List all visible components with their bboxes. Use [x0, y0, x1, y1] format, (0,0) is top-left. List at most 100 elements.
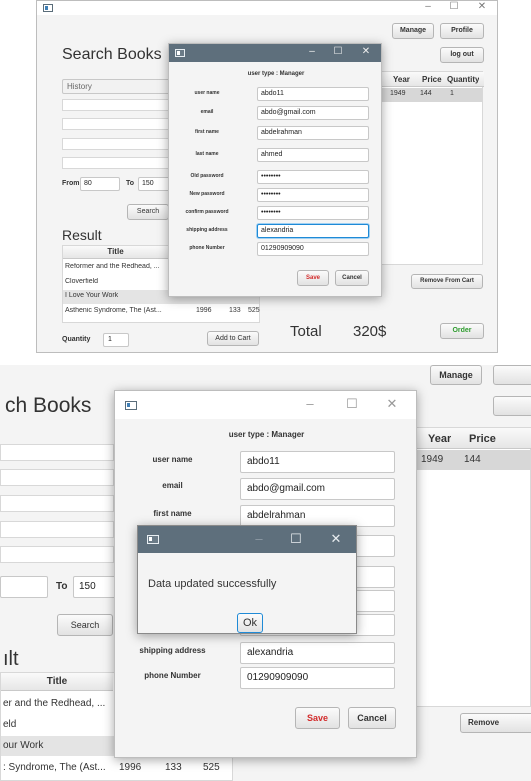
dialog-maximize-button[interactable]: ☐ — [331, 46, 345, 57]
zoom-user-type-label: user type : Manager — [228, 430, 305, 439]
field-label: Old password — [190, 173, 224, 179]
zoom-result-cell-qty: 525 — [203, 762, 220, 773]
minimize-button[interactable]: – — [421, 1, 435, 12]
ok-button[interactable]: Ok — [237, 613, 263, 633]
dialog-minimize-button[interactable]: – — [305, 46, 319, 57]
from-input[interactable]: 80 — [80, 177, 120, 191]
result-cell-price: 133 — [229, 307, 241, 314]
result-header-title: Title — [63, 246, 168, 259]
close-button[interactable]: ✕ — [475, 1, 489, 12]
result-cell-year: 1996 — [196, 307, 212, 314]
alert-titlebar: – ☐ ✕ — [138, 526, 356, 553]
username-field[interactable]: abdo11 — [257, 87, 369, 101]
to-input[interactable]: 150 — [138, 177, 172, 191]
zoom-cart-header-price: Price — [469, 433, 496, 445]
profile-button[interactable]: Profile — [440, 23, 484, 39]
field-label: first name — [195, 129, 219, 135]
zoom-phone-field[interactable]: 01290909090 — [240, 667, 395, 689]
zoom-save-button[interactable]: Save — [295, 707, 340, 729]
quantity-input[interactable]: 1 — [103, 333, 129, 347]
zoom-manage-button[interactable]: Manage — [430, 365, 482, 385]
result-cell-title: Asthenic Syndrome, The (Ast... — [65, 307, 162, 314]
confirm-password-field[interactable]: •••••••• — [257, 206, 369, 220]
old-password-field[interactable]: •••••••• — [257, 170, 369, 184]
save-button[interactable]: Save — [297, 270, 329, 286]
zoom-field-label: email — [162, 481, 183, 490]
result-cell-title: I Love Your Work — [65, 292, 119, 299]
field-label: email — [200, 109, 214, 115]
cart-row[interactable]: 1949 144 1 — [378, 88, 482, 102]
new-password-field[interactable]: •••••••• — [257, 188, 369, 202]
result-row[interactable]: Asthenic Syndrome, The (Ast... 1996 133 … — [63, 305, 260, 319]
zoom-dialog-titlebar: – ☐ ✕ — [115, 391, 416, 419]
manage-button[interactable]: Manage — [392, 23, 434, 39]
field-label: phone Number — [189, 245, 225, 251]
phone-field[interactable]: 01290909090 — [257, 242, 369, 256]
quantity-label: Quantity — [62, 336, 91, 343]
alert-minimize-button[interactable]: – — [251, 531, 267, 546]
total-label: Total — [290, 323, 322, 340]
cart-cell-price: 144 — [420, 90, 432, 97]
zoom-cart-table: Year Price 1949 144 — [410, 427, 531, 707]
zoom-logout-button[interactable] — [493, 396, 531, 416]
to-label: To — [126, 180, 135, 187]
field-label: New password — [189, 191, 225, 197]
zoom-email-field[interactable]: abdo@gmail.com — [240, 478, 395, 500]
search-input[interactable]: History — [62, 79, 172, 94]
maximize-button[interactable]: ☐ — [447, 1, 461, 12]
zoom-profile-button[interactable] — [493, 365, 531, 385]
alert-close-button[interactable]: ✕ — [328, 531, 344, 547]
zoom-first-name-field[interactable]: abdelrahman — [240, 505, 395, 527]
zoom-search-line — [0, 444, 114, 461]
profile-dialog: – ☐ ✕ user type : Manager user name abdo… — [168, 43, 382, 297]
zoom-result-cell-year: 1996 — [119, 762, 142, 773]
dialog-close-button[interactable]: ✕ — [359, 46, 373, 57]
email-field[interactable]: abdo@gmail.com — [257, 106, 369, 120]
logout-button[interactable]: log out — [440, 47, 484, 63]
cart-cell-quantity: 1 — [450, 90, 454, 97]
zoom-cart-header: Year Price — [411, 428, 531, 449]
zoom-result-cell-price: 133 — [165, 762, 182, 773]
search-line — [62, 118, 172, 130]
cancel-button[interactable]: Cancel — [335, 270, 369, 286]
zoom-username-field[interactable]: abdo11 — [240, 451, 395, 473]
zoom-cancel-button[interactable]: Cancel — [348, 707, 396, 729]
app-icon — [43, 4, 53, 12]
zoom-field-label: first name — [153, 509, 192, 518]
field-label: confirm password — [185, 209, 229, 215]
zoom-cart-row[interactable]: 1949 144 — [411, 450, 530, 470]
zoom-remove-from-cart-button[interactable]: Remove — [460, 713, 531, 733]
alert-maximize-button[interactable]: ☐ — [288, 531, 304, 547]
zoom-field-label: user name — [152, 455, 193, 464]
result-cell-title: Reformer and the Redhead, ... — [65, 263, 160, 270]
cart-table: Year Price Quantity 1949 144 1 — [377, 71, 484, 265]
zoom-result-cell-title: : Syndrome, The (Ast... — [3, 762, 106, 773]
zoom-cart-cell-year: 1949 — [421, 454, 444, 465]
zoom-to-input[interactable]: 150 — [73, 576, 117, 598]
zoom-dialog-close-button[interactable]: ✕ — [384, 396, 400, 412]
success-alert: – ☐ ✕ Data updated successfully Ok — [137, 525, 357, 634]
order-button[interactable]: Order — [440, 323, 484, 339]
cart-header-price: Price — [422, 75, 442, 84]
add-to-cart-button[interactable]: Add to Cart — [207, 331, 259, 346]
last-name-field[interactable]: ahmed — [257, 148, 369, 162]
zoom-from-input[interactable] — [0, 576, 48, 598]
zoom-shipping-address-field[interactable]: alexandria — [240, 642, 395, 664]
remove-from-cart-button[interactable]: Remove From Cart — [411, 274, 483, 289]
search-button[interactable]: Search — [127, 204, 169, 220]
zoom-search-line — [0, 521, 114, 538]
shipping-address-field[interactable]: alexandria — [257, 224, 369, 238]
zoom-result-title: ılt — [3, 648, 19, 670]
zoom-dialog-app-icon — [125, 401, 137, 410]
zoom-dialog-minimize-button[interactable]: – — [302, 396, 318, 411]
dialog-app-icon — [175, 49, 185, 57]
zoom-search-button[interactable]: Search — [57, 614, 113, 636]
zoom-dialog-maximize-button[interactable]: ☐ — [344, 396, 360, 412]
search-line — [62, 138, 172, 150]
field-label: last name — [195, 151, 219, 157]
cart-header: Year Price Quantity — [378, 72, 484, 87]
first-name-field[interactable]: abdelrahman — [257, 126, 369, 140]
zoomed-view: Manage ch Books To 150 Search ılt Title … — [0, 365, 531, 781]
zoom-result-row[interactable]: : Syndrome, The (Ast... 1996 133 525 — [1, 758, 232, 778]
alert-message: Data updated successfully — [148, 578, 277, 590]
